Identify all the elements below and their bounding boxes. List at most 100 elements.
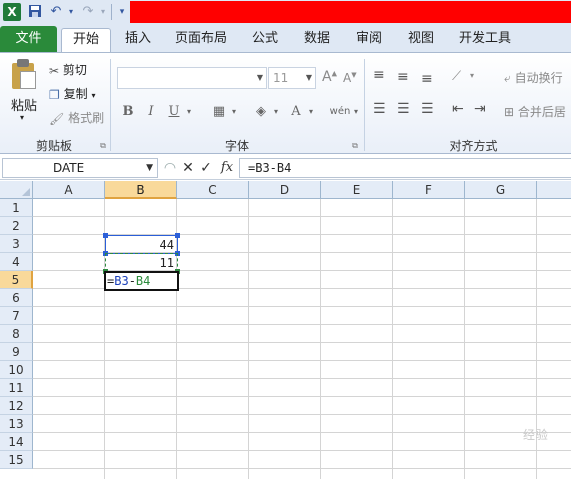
format-painter-button[interactable]: 🖌 格式刷: [49, 109, 104, 126]
row-header-8[interactable]: 8: [0, 325, 33, 343]
tab-file[interactable]: 文件: [0, 26, 57, 52]
title-bar: [130, 1, 571, 23]
font-name-combo[interactable]: ▼: [117, 67, 267, 89]
range-handle[interactable]: [103, 233, 108, 238]
underline-dropdown-icon[interactable]: ▾: [183, 101, 195, 123]
font-group-label: 字体: [224, 139, 249, 153]
excel-logo-icon[interactable]: X: [3, 3, 21, 21]
align-middle-icon[interactable]: ≡: [397, 69, 409, 85]
fill-color-icon[interactable]: ◈: [250, 101, 272, 123]
scissors-icon: ✂: [49, 63, 60, 78]
border-dropdown-icon[interactable]: ▾: [228, 101, 240, 123]
border-icon[interactable]: ▦: [208, 101, 230, 123]
select-all-button[interactable]: [0, 181, 33, 199]
format-painter-label: 格式刷: [68, 111, 105, 125]
row-header-14[interactable]: 14: [0, 433, 33, 451]
row-header-4[interactable]: 4: [0, 253, 33, 271]
name-box[interactable]: DATE ▼: [2, 158, 158, 178]
group-divider: [110, 59, 111, 151]
clipboard-clip: [17, 59, 29, 67]
row-header-2[interactable]: 2: [0, 217, 33, 235]
row-header-10[interactable]: 10: [0, 361, 33, 379]
decrease-indent-icon[interactable]: ⇤: [452, 101, 464, 117]
row-header-1[interactable]: 1: [0, 199, 33, 217]
tab-view[interactable]: 视图: [401, 28, 441, 52]
chevron-down-icon: ▼: [256, 73, 263, 82]
merge-center-button[interactable]: ⊞ 合并后居: [504, 103, 566, 120]
align-top-icon[interactable]: ≡: [373, 67, 385, 83]
cut-button[interactable]: ✂ 剪切: [49, 61, 87, 78]
orientation-icon[interactable]: ⟋: [452, 69, 461, 84]
bold-button[interactable]: B: [117, 101, 139, 123]
clipboard-launcher-icon[interactable]: ⧉: [98, 141, 108, 151]
phonetic-dropdown-icon[interactable]: ▾: [350, 101, 362, 123]
wrap-text-button[interactable]: ⤶ 自动换行: [504, 69, 563, 86]
align-right-icon[interactable]: ☰: [421, 101, 434, 117]
column-header-d[interactable]: D: [249, 181, 321, 199]
cell-b3-reference-box[interactable]: 44: [105, 235, 178, 254]
paste-icon[interactable]: [10, 59, 38, 89]
formula-input[interactable]: =B3-B4: [239, 158, 571, 178]
chevron-down-icon: ▼: [146, 163, 153, 173]
undo-icon[interactable]: ↶: [48, 4, 64, 20]
row-header-12[interactable]: 12: [0, 397, 33, 415]
paste-dropdown-icon[interactable]: ▾: [20, 113, 24, 122]
save-icon[interactable]: [27, 4, 43, 20]
copy-dropdown-icon: ▾: [91, 91, 96, 100]
row-header-3[interactable]: 3: [0, 235, 33, 253]
column-header-b[interactable]: B: [105, 181, 177, 199]
tab-developer[interactable]: 开发工具: [452, 28, 518, 52]
font-color-dropdown-icon[interactable]: ▾: [305, 101, 317, 123]
tab-home[interactable]: 开始: [61, 28, 111, 52]
cancel-icon[interactable]: ✕: [180, 158, 196, 178]
cell-b4-reference-box[interactable]: 11: [105, 253, 178, 272]
redo-dropdown-icon[interactable]: ▾: [95, 4, 111, 20]
enter-icon[interactable]: ✓: [198, 158, 214, 178]
fill-dropdown-icon[interactable]: ▾: [270, 101, 282, 123]
column-header-f[interactable]: F: [393, 181, 465, 199]
row-header-7[interactable]: 7: [0, 307, 33, 325]
worksheet-grid: A B C D E F G 1 2 3 4 5 6 7 8 9 10 11 12…: [0, 181, 571, 479]
row-header-13[interactable]: 13: [0, 415, 33, 433]
align-left-icon[interactable]: ☰: [373, 101, 386, 117]
row-header-5[interactable]: 5: [0, 271, 33, 289]
italic-button[interactable]: I: [140, 101, 162, 123]
expand-icon[interactable]: ◠: [162, 158, 178, 178]
column-header-g[interactable]: G: [465, 181, 537, 199]
row-header-6[interactable]: 6: [0, 289, 33, 307]
undo-dropdown-icon[interactable]: ▾: [63, 4, 79, 20]
insert-function-icon[interactable]: fx: [217, 158, 237, 178]
font-launcher-icon[interactable]: ⧉: [350, 141, 360, 151]
column-header-a[interactable]: A: [33, 181, 105, 199]
formula-bar: DATE ▼ ◠ ✕ ✓ fx =B3-B4: [0, 156, 571, 180]
underline-button[interactable]: U: [163, 101, 185, 123]
row-header-11[interactable]: 11: [0, 379, 33, 397]
grow-font-icon: A: [322, 69, 332, 85]
column-header-c[interactable]: C: [177, 181, 249, 199]
tab-data[interactable]: 数据: [297, 28, 337, 52]
tab-formulas[interactable]: 公式: [245, 28, 285, 52]
tab-review[interactable]: 审阅: [349, 28, 389, 52]
align-center-icon[interactable]: ☰: [397, 101, 410, 117]
increase-indent-icon[interactable]: ⇥: [474, 101, 486, 117]
range-handle[interactable]: [175, 233, 180, 238]
select-all-triangle-icon: [22, 188, 30, 196]
copy-button[interactable]: ❐ 复制 ▾: [49, 85, 95, 102]
merge-center-label: 合并后居: [517, 105, 566, 119]
tab-page-layout[interactable]: 页面布局: [170, 28, 232, 52]
shrink-font-button[interactable]: A▼: [343, 71, 357, 85]
customize-toolbar-icon[interactable]: ▾: [114, 4, 130, 20]
row-header-15[interactable]: 15: [0, 451, 33, 469]
active-cell-b5[interactable]: =B3-B4: [104, 271, 179, 291]
grow-font-button[interactable]: A▲: [322, 69, 337, 85]
column-header-e[interactable]: E: [321, 181, 393, 199]
paste-button[interactable]: 粘贴: [11, 95, 37, 114]
font-size-combo[interactable]: 11 ▼: [268, 67, 316, 89]
redo-icon[interactable]: ↷: [80, 4, 96, 20]
font-color-button[interactable]: A: [285, 101, 307, 123]
row-header-9[interactable]: 9: [0, 343, 33, 361]
tab-insert[interactable]: 插入: [118, 28, 158, 52]
orientation-dropdown-icon[interactable]: ▾: [470, 71, 474, 80]
column-header-h[interactable]: [537, 181, 571, 199]
align-bottom-icon[interactable]: ≡: [421, 71, 433, 87]
